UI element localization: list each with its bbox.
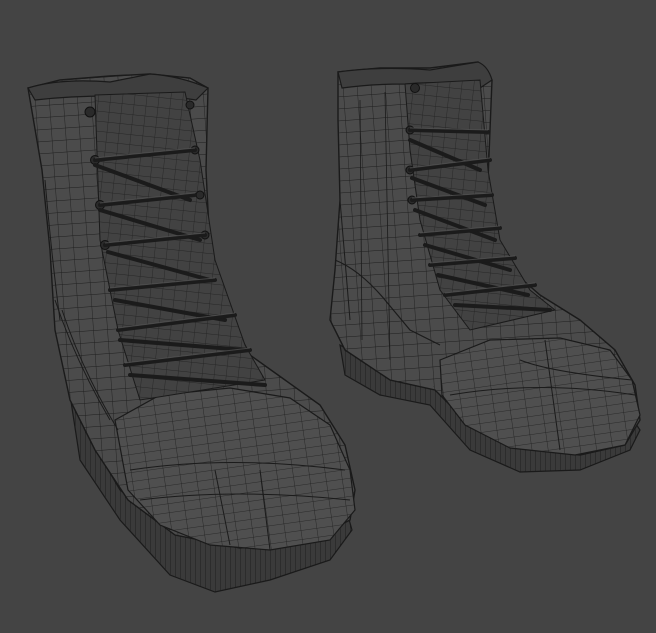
left-boot[interactable]	[27, 73, 356, 593]
viewport-canvas	[27, 61, 641, 593]
right-boot[interactable]	[329, 61, 641, 473]
3d-viewport[interactable]	[0, 0, 656, 633]
